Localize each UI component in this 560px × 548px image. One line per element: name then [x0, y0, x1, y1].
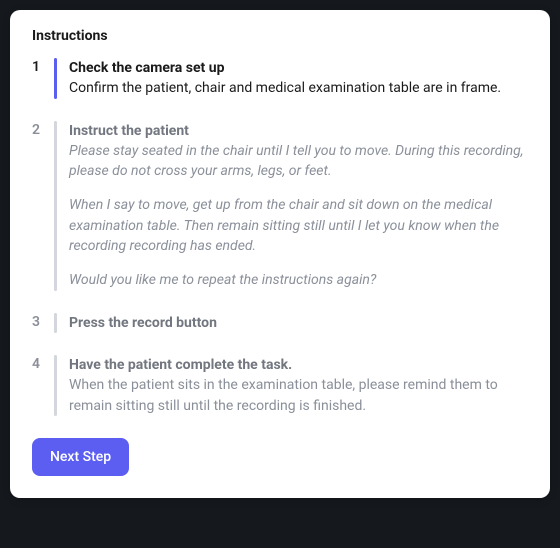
instructions-card: Instructions 1 Check the camera set up C… — [10, 10, 550, 498]
step-row: 1 Check the camera set up Confirm the pa… — [32, 58, 528, 99]
step-indicator-bar — [54, 58, 57, 99]
step-indicator-bar — [54, 313, 57, 333]
step-content: Check the camera set up Confirm the pati… — [69, 58, 528, 99]
step-title: Check the camera set up — [69, 58, 528, 78]
step-content: Press the record button — [69, 313, 528, 333]
step-paragraph: When I say to move, get up from the chai… — [69, 195, 528, 256]
step-title: Press the record button — [69, 313, 528, 333]
step-number: 3 — [32, 313, 42, 333]
step-content: Instruct the patient Please stay seated … — [69, 121, 528, 291]
step-paragraph: Would you like me to repeat the instruct… — [69, 270, 528, 290]
step-description: Confirm the patient, chair and medical e… — [69, 78, 528, 98]
step-row: 3 Press the record button — [32, 313, 528, 333]
step-indicator-bar — [54, 121, 57, 291]
step-indicator-bar — [54, 355, 57, 416]
step-title: Have the patient complete the task. — [69, 355, 528, 375]
step-number: 1 — [32, 58, 42, 99]
step-content: Have the patient complete the task. When… — [69, 355, 528, 416]
step-row: 2 Instruct the patient Please stay seate… — [32, 121, 528, 291]
next-step-button[interactable]: Next Step — [32, 438, 129, 476]
step-row: 4 Have the patient complete the task. Wh… — [32, 355, 528, 416]
step-description: Please stay seated in the chair until I … — [69, 141, 528, 291]
step-number: 4 — [32, 355, 42, 416]
step-title: Instruct the patient — [69, 121, 528, 141]
step-description: When the patient sits in the examination… — [69, 375, 528, 416]
step-number: 2 — [32, 121, 42, 291]
instructions-heading: Instructions — [32, 28, 528, 44]
step-paragraph: Please stay seated in the chair until I … — [69, 141, 528, 182]
